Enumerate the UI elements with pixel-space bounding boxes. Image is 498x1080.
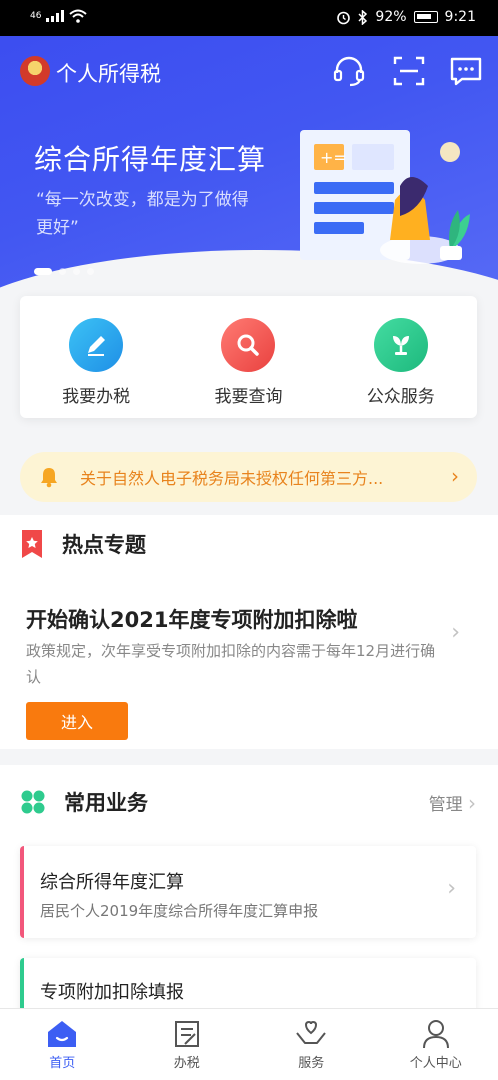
status-left: 46: [30, 9, 88, 23]
quick-action-label: 我要办税: [62, 387, 131, 407]
wifi-icon: [69, 9, 88, 23]
battery-icon: [413, 11, 438, 23]
carousel-dot[interactable]: [59, 268, 66, 275]
tab-profile[interactable]: 个人中心: [374, 1009, 498, 1080]
tax-emblem-logo: [20, 56, 50, 86]
chevron-right-icon: ›: [468, 791, 476, 815]
magnifier-icon: [221, 318, 276, 372]
quick-action-public[interactable]: 公众服务: [325, 296, 477, 418]
carousel-dot[interactable]: [87, 268, 94, 275]
network-type: 46: [30, 11, 42, 21]
bottom-tab-bar: 首页 办税 服务 个人中心: [0, 1008, 498, 1080]
section-title: 常用业务: [64, 791, 148, 815]
card-title: 综合所得年度汇算: [40, 872, 184, 893]
heart-hands-icon: [296, 1020, 327, 1044]
quick-action-label: 公众服务: [366, 387, 435, 407]
notice-text: 关于自然人电子税务局未授权任何第三方...: [80, 469, 384, 488]
bluetooth-icon: [358, 9, 368, 25]
quick-actions-card: 我要办税 我要查询 公众服务: [20, 296, 477, 418]
quick-action-tax[interactable]: 我要办税: [20, 296, 172, 418]
headset-icon[interactable]: [332, 54, 366, 88]
quick-action-query[interactable]: 我要查询: [172, 296, 324, 418]
banner-title: 综合所得年度汇算: [34, 143, 267, 176]
chevron-right-icon: ›: [447, 876, 456, 901]
carousel-dot[interactable]: [73, 268, 80, 275]
clover-icon: [21, 790, 45, 814]
tab-label: 办税: [173, 1056, 200, 1071]
tab-label: 个人中心: [409, 1056, 462, 1071]
hot-topic-description: 政策规定，次年享受专项附加扣除的内容需于每年12月进行确认: [26, 642, 436, 686]
alarm-icon: [337, 11, 351, 24]
status-right: 92% 9:21: [336, 9, 476, 25]
message-icon[interactable]: [449, 54, 483, 88]
bell-icon: [41, 468, 57, 488]
home-icon: [48, 1021, 77, 1047]
card-subtitle: 居民个人2019年度综合所得年度汇算申报: [40, 902, 319, 920]
service-card[interactable]: 综合所得年度汇算 居民个人2019年度综合所得年度汇算申报 ›: [20, 846, 476, 938]
carousel-dot[interactable]: [34, 268, 52, 275]
manage-link[interactable]: 管理 ›: [429, 790, 476, 815]
pencil-icon: [69, 318, 124, 372]
scan-icon[interactable]: [392, 54, 426, 88]
svg-text:+=: +=: [320, 148, 347, 167]
quick-action-label: 我要查询: [214, 387, 283, 407]
tab-home[interactable]: 首页: [0, 1009, 125, 1080]
battery-percent: 92%: [375, 9, 407, 25]
card-title: 专项附加扣除填报: [40, 982, 184, 1003]
hot-topics-header: 热点专题: [20, 529, 146, 559]
card-accent-bar: [20, 846, 24, 938]
signal-icon: [46, 10, 65, 22]
plant-icon: [373, 318, 428, 372]
user-icon: [422, 1020, 449, 1049]
banner-illustration: +=: [300, 130, 470, 264]
bookmark-star-icon: [22, 530, 42, 558]
clock: 9:21: [444, 9, 476, 25]
carousel-dots[interactable]: [34, 268, 94, 275]
tab-label: 首页: [49, 1056, 76, 1071]
tab-service[interactable]: 服务: [249, 1009, 374, 1080]
document-icon: [174, 1021, 199, 1047]
chevron-right-icon: ›: [451, 464, 459, 488]
app-bar: 个人所得税: [0, 36, 498, 108]
common-services-header: 常用业务: [20, 787, 148, 817]
tab-tax[interactable]: 办税: [125, 1009, 250, 1080]
chevron-right-icon[interactable]: ›: [451, 620, 460, 645]
enter-button[interactable]: 进入: [26, 702, 128, 740]
section-title: 热点专题: [62, 533, 146, 557]
tab-label: 服务: [298, 1056, 325, 1071]
notice-banner[interactable]: 关于自然人电子税务局未授权任何第三方... ›: [20, 452, 477, 502]
status-bar: 46 92% 9:21: [0, 0, 498, 36]
manage-label: 管理: [428, 795, 463, 815]
banner-quote: “每一次改变，都是为了做得更好”: [36, 190, 249, 238]
app-title: 个人所得税: [56, 62, 161, 86]
hot-topic-title[interactable]: 开始确认2021年度专项附加扣除啦: [26, 604, 357, 634]
